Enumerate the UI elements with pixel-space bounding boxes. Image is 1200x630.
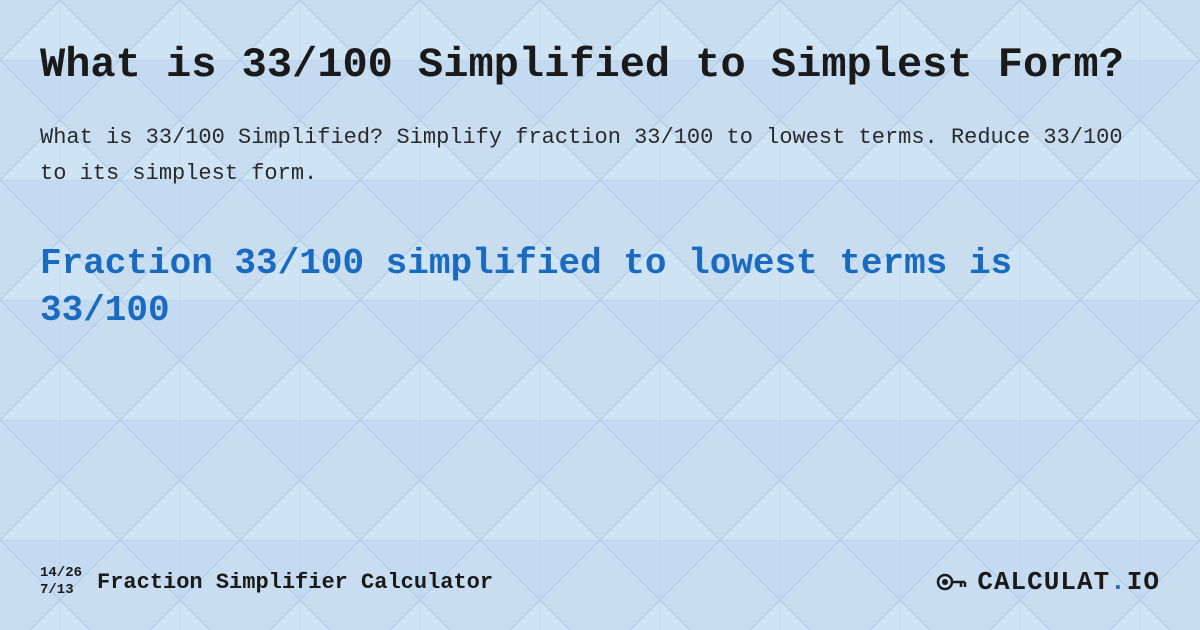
- logo-text: CALCULAT.IO: [977, 567, 1160, 597]
- logo-dot: .: [1110, 567, 1127, 597]
- result-section: Fraction 33/100 simplified to lowest ter…: [40, 241, 1160, 335]
- footer: 14/26 7/13 Fraction Simplifier Calculato…: [40, 564, 1160, 600]
- footer-fractions: 14/26 7/13: [40, 565, 82, 599]
- footer-logo: CALCULAT.IO: [933, 564, 1160, 600]
- main-title: What is 33/100 Simplified to Simplest Fo…: [40, 40, 1160, 90]
- result-text: Fraction 33/100 simplified to lowest ter…: [40, 241, 1160, 335]
- footer-fraction1: 14/26: [40, 565, 82, 582]
- footer-label: Fraction Simplifier Calculator: [97, 570, 493, 595]
- logo-icon: [933, 564, 969, 600]
- description-text: What is 33/100 Simplified? Simplify frac…: [40, 120, 1160, 190]
- footer-fraction2: 7/13: [40, 582, 82, 599]
